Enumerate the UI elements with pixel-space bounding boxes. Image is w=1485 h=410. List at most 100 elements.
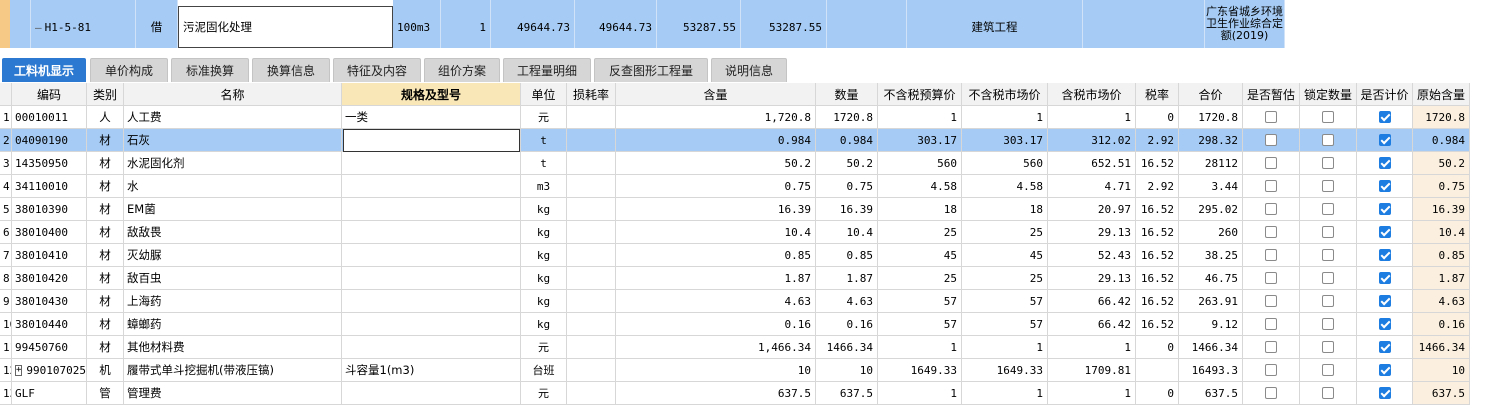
cell-name[interactable]: 水 (124, 175, 342, 198)
cell-unit[interactable]: t (521, 152, 567, 175)
table-row[interactable]: 1 00010011 人 人工费 一类 元 1,720.8 1720.8 1 1 1 0 1720.8 1… (0, 106, 1470, 129)
cell-code[interactable]: 00010011 (12, 106, 87, 129)
cell-tax-rate[interactable]: 16.52 (1136, 313, 1179, 336)
cell-content[interactable]: 4.63 (616, 290, 816, 313)
quota-standard[interactable]: 广东省城乡环境卫生作业综合定额(2019) (1205, 0, 1285, 48)
lock-quantity-checkbox[interactable] (1322, 203, 1334, 215)
cell-loss-rate[interactable] (567, 129, 616, 152)
lock-quantity-checkbox[interactable] (1322, 180, 1334, 192)
cell-budget-price[interactable]: 4.58 (878, 175, 962, 198)
cell-budget-price[interactable]: 57 (878, 313, 962, 336)
cell-name[interactable]: 人工费 (124, 106, 342, 129)
cell-market-price-incl-tax[interactable]: 29.13 (1048, 267, 1136, 290)
cell-loss-rate[interactable] (567, 267, 616, 290)
header-is-estimated[interactable]: 是否暂估 (1243, 83, 1300, 106)
header-market-price-incl-tax[interactable]: 含税市场价 (1048, 83, 1136, 106)
table-row[interactable]: 3 14350950 材 水泥固化剂 t 50.2 50.2 560 560 652.51 16.5… (0, 152, 1470, 175)
cell-total[interactable]: 263.91 (1179, 290, 1243, 313)
cell-spec[interactable] (342, 313, 521, 336)
cell-original-content[interactable]: 4.63 (1413, 290, 1470, 313)
cell-market-price-incl-tax[interactable]: 52.43 (1048, 244, 1136, 267)
header-original-content[interactable]: 原始含量 (1413, 83, 1470, 106)
header-category[interactable]: 类别 (87, 83, 124, 106)
cell-content[interactable]: 10 (616, 359, 816, 382)
cell-loss-rate[interactable] (567, 382, 616, 405)
cell-total[interactable]: 1466.34 (1179, 336, 1243, 359)
tab-unit-price-composition[interactable]: 单价构成 (90, 58, 168, 82)
cell-spec[interactable] (342, 382, 521, 405)
cell-unit[interactable]: 元 (521, 106, 567, 129)
cell-original-content[interactable]: 10.4 (1413, 221, 1470, 244)
cell-market-price-incl-tax[interactable]: 20.97 (1048, 198, 1136, 221)
table-row[interactable]: 2 04090190 材 石灰 t 0.984 0.984 303.17 303.17 312.0… (0, 129, 1470, 152)
cell-unit[interactable]: kg (521, 198, 567, 221)
cell-market-price-incl-tax[interactable]: 66.42 (1048, 290, 1136, 313)
table-row[interactable]: 13 GLF 管 管理费 元 637.5 637.5 1 1 1 0 637.5 637.5 (0, 382, 1470, 405)
quota-category[interactable]: 借 (136, 6, 178, 48)
cell-tax-rate[interactable]: 2.92 (1136, 175, 1179, 198)
table-row[interactable]: 7 38010410 材 灭幼脲 kg 0.85 0.85 45 45 52.43 16.52 38.… (0, 244, 1470, 267)
cell-code[interactable]: GLF (12, 382, 87, 405)
cell-name[interactable]: 其他材料费 (124, 336, 342, 359)
table-row[interactable]: 6 38010400 材 敌敌畏 kg 10.4 10.4 25 25 29.13 16.52 260… (0, 221, 1470, 244)
cell-total[interactable]: 1720.8 (1179, 106, 1243, 129)
cell-unit[interactable]: kg (521, 313, 567, 336)
cell-market-price[interactable]: 25 (962, 221, 1048, 244)
cell-spec[interactable] (342, 290, 521, 313)
cell-code[interactable]: 38010400 (12, 221, 87, 244)
cell-market-price-incl-tax[interactable]: 1 (1048, 382, 1136, 405)
cell-market-price[interactable]: 25 (962, 267, 1048, 290)
cell-original-content[interactable]: 0.16 (1413, 313, 1470, 336)
cell-content[interactable]: 1.87 (616, 267, 816, 290)
cell-market-price[interactable]: 1649.33 (962, 359, 1048, 382)
quota-quantity[interactable]: 1 (441, 6, 491, 48)
header-market-price-excl-tax[interactable]: 不含税市场价 (962, 83, 1048, 106)
cell-code[interactable]: 14350950 (12, 152, 87, 175)
cell-unit[interactable]: 元 (521, 382, 567, 405)
header-total[interactable]: 合价 (1179, 83, 1243, 106)
cell-tax-rate[interactable]: 0 (1136, 106, 1179, 129)
tab-conversion-info[interactable]: 换算信息 (252, 58, 330, 82)
cell-category[interactable]: 材 (87, 336, 124, 359)
cell-spec[interactable] (342, 198, 521, 221)
cell-original-content[interactable]: 10 (1413, 359, 1470, 382)
cell-original-content[interactable]: 50.2 (1413, 152, 1470, 175)
cell-budget-price[interactable]: 45 (878, 244, 962, 267)
cell-original-content[interactable]: 0.75 (1413, 175, 1470, 198)
cell-quantity[interactable]: 637.5 (816, 382, 878, 405)
lock-quantity-checkbox[interactable] (1322, 272, 1334, 284)
cell-tax-rate[interactable]: 2.92 (1136, 129, 1179, 152)
cell-code[interactable]: +990107025 (12, 359, 87, 382)
cell-quantity[interactable]: 50.2 (816, 152, 878, 175)
cell-code[interactable]: 38010430 (12, 290, 87, 313)
is-estimated-checkbox[interactable] (1265, 203, 1277, 215)
cell-name[interactable]: 管理费 (124, 382, 342, 405)
cell-budget-price[interactable]: 25 (878, 267, 962, 290)
quota-name-input[interactable]: 污泥固化处理 (178, 6, 393, 48)
cell-code[interactable]: 38010440 (12, 313, 87, 336)
lock-quantity-checkbox[interactable] (1322, 249, 1334, 261)
cell-market-price-incl-tax[interactable]: 1 (1048, 336, 1136, 359)
header-code[interactable]: 编码 (12, 83, 87, 106)
cell-loss-rate[interactable] (567, 221, 616, 244)
is-estimated-checkbox[interactable] (1265, 272, 1277, 284)
cell-content[interactable]: 0.984 (616, 129, 816, 152)
quota-unit[interactable]: 100m3 (393, 6, 441, 48)
cell-name[interactable]: 履带式单斗挖掘机(带液压镐) (124, 359, 342, 382)
cell-tax-rate[interactable]: 0 (1136, 336, 1179, 359)
cell-tax-rate[interactable]: 16.52 (1136, 244, 1179, 267)
lock-quantity-checkbox[interactable] (1322, 318, 1334, 330)
cell-quantity[interactable]: 10 (816, 359, 878, 382)
is-priced-checkbox[interactable] (1378, 226, 1391, 238)
cell-tax-rate[interactable]: 16.52 (1136, 290, 1179, 313)
quota-project-type[interactable]: 建筑工程 (907, 6, 1083, 48)
cell-content[interactable]: 0.16 (616, 313, 816, 336)
cell-category[interactable]: 材 (87, 152, 124, 175)
cell-spec[interactable]: 斗容量1(m3) (342, 359, 521, 382)
is-priced-checkbox[interactable] (1378, 249, 1391, 261)
cell-total[interactable]: 16493.3 (1179, 359, 1243, 382)
cell-content[interactable]: 10.4 (616, 221, 816, 244)
cell-category[interactable]: 材 (87, 175, 124, 198)
cell-market-price-incl-tax[interactable]: 1 (1048, 106, 1136, 129)
cell-total[interactable]: 38.25 (1179, 244, 1243, 267)
